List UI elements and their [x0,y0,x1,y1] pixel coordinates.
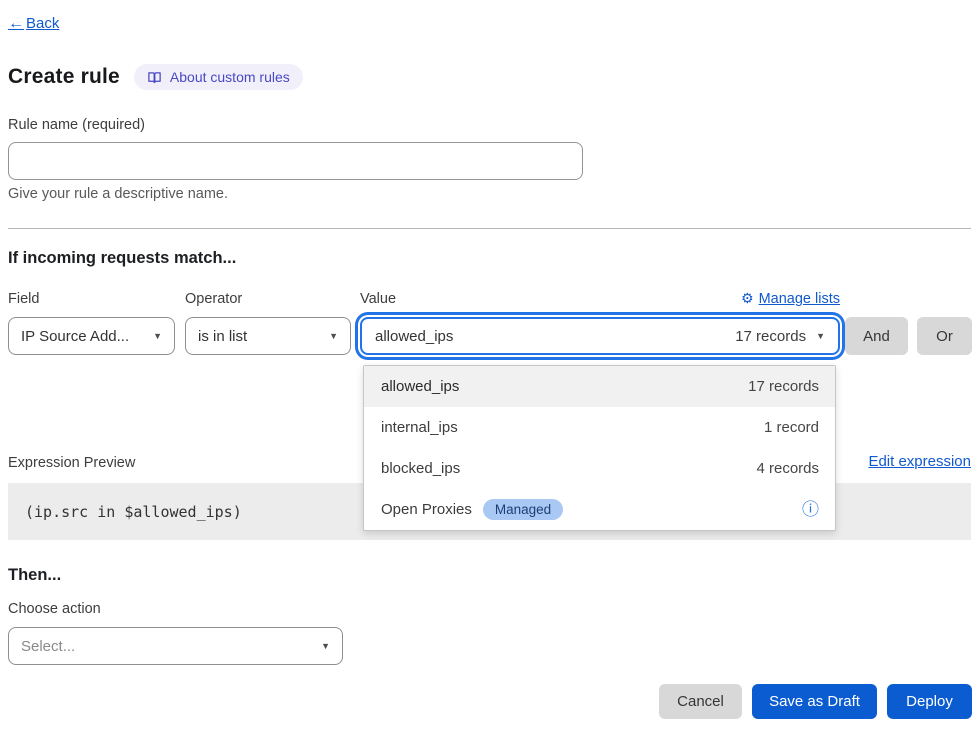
deploy-button[interactable]: Deploy [887,684,972,719]
save-as-draft-button[interactable]: Save as Draft [752,684,877,719]
rule-name-helper: Give your rule a descriptive name. [8,186,228,202]
info-icon[interactable]: ⓘ [802,501,819,518]
chevron-down-icon: ▼ [329,331,338,341]
manage-lists-link[interactable]: Manage lists [759,291,840,307]
back-link[interactable]: ←Back [8,15,59,33]
rule-name-label: Rule name (required) [8,117,145,133]
expression-preview-label: Expression Preview [8,455,135,471]
list-item-name: Open Proxies [381,501,472,518]
choose-action-label: Choose action [8,601,101,617]
manage-lists-container: ⚙ Manage lists [360,290,840,307]
list-item-allowed-ips[interactable]: allowed_ips 17 records [364,366,835,407]
create-rule-page: ←Back Create rule About custom rules Rul… [0,0,979,739]
list-item-records: 4 records [756,460,819,477]
list-item-blocked-ips[interactable]: blocked_ips 4 records [364,448,835,489]
cancel-button[interactable]: Cancel [659,684,742,719]
title-row: Create rule About custom rules [8,64,303,90]
and-button[interactable]: And [845,317,908,355]
back-link-label: Back [26,15,59,32]
action-select-placeholder: Select... [21,638,75,655]
list-item-name: allowed_ips [381,378,459,395]
operator-select[interactable]: is in list ▼ [185,317,351,355]
list-item-name: blocked_ips [381,460,460,477]
then-section-heading: Then... [8,566,61,585]
or-button[interactable]: Or [917,317,972,355]
operator-label: Operator [185,291,242,307]
back-arrow-icon: ← [8,15,24,32]
book-icon [147,70,162,85]
list-item-records: 17 records [748,378,819,395]
chevron-down-icon: ▼ [153,331,162,341]
chevron-down-icon: ▼ [816,331,825,341]
value-combobox-records: 17 records [735,328,806,345]
field-select[interactable]: IP Source Add... ▼ [8,317,175,355]
match-section-heading: If incoming requests match... [8,249,236,268]
chevron-down-icon: ▼ [321,641,330,651]
page-title: Create rule [8,65,120,89]
action-select[interactable]: Select... ▼ [8,627,343,665]
expression-code: (ip.src in $allowed_ips) [25,503,242,521]
about-custom-rules-badge[interactable]: About custom rules [134,64,303,90]
rule-name-input[interactable] [8,142,583,180]
about-badge-label: About custom rules [170,69,290,85]
list-item-open-proxies[interactable]: Open Proxies Managed ⓘ [364,489,835,530]
list-item-records: 1 record [764,419,819,436]
operator-select-value: is in list [198,328,247,345]
list-item-name: internal_ips [381,419,458,436]
field-label: Field [8,291,39,307]
value-combobox-selected: allowed_ips [375,328,453,345]
field-select-value: IP Source Add... [21,328,129,345]
value-combobox[interactable]: allowed_ips 17 records ▼ [360,317,840,355]
list-dropdown-panel: allowed_ips 17 records internal_ips 1 re… [363,365,836,531]
section-divider [8,228,971,229]
managed-badge: Managed [483,499,563,520]
gear-icon: ⚙ [741,290,754,306]
edit-expression-link[interactable]: Edit expression [868,453,971,470]
list-item-internal-ips[interactable]: internal_ips 1 record [364,407,835,448]
